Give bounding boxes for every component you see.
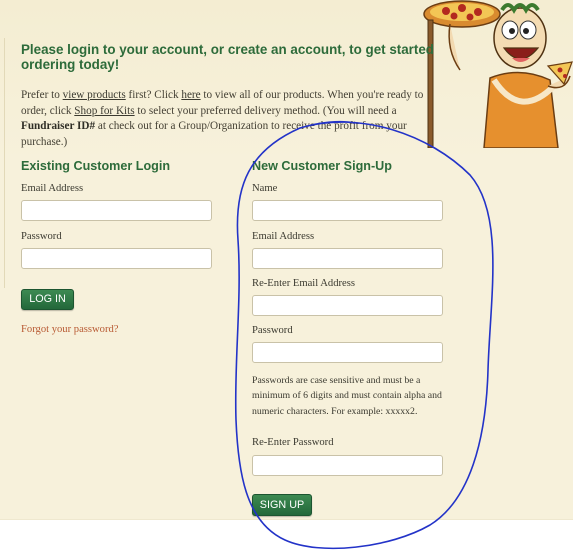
shop-for-kits-link[interactable]: Shop for Kits xyxy=(74,105,134,117)
signup-reenter-password-label: Re-Enter Password xyxy=(252,437,334,448)
login-password-input[interactable] xyxy=(21,248,212,269)
sign-up-button[interactable]: SIGN UP xyxy=(252,494,312,516)
signup-email-label: Email Address xyxy=(252,231,315,242)
signup-reenter-email-input[interactable] xyxy=(252,295,443,316)
intro-text-part: first? Click xyxy=(125,89,182,101)
signup-email-input[interactable] xyxy=(252,248,443,269)
password-requirements-text: Passwords are case sensitive and must be… xyxy=(252,375,442,417)
log-in-button[interactable]: LOG IN xyxy=(21,289,74,310)
fundraiser-id-emphasis: Fundraiser ID# xyxy=(21,120,96,133)
signup-reenter-email-label: Re-Enter Email Address xyxy=(252,278,355,289)
intro-text-part: Prefer to xyxy=(21,89,63,101)
login-email-label: Email Address xyxy=(21,183,84,194)
signup-name-label: Name xyxy=(252,183,278,194)
signup-password-label: Password xyxy=(252,325,293,336)
login-email-input[interactable] xyxy=(21,200,212,221)
intro-text-part: to select your preferred delivery method… xyxy=(134,104,397,117)
page-footer-band xyxy=(0,520,573,552)
pizza-chef-mascot-icon xyxy=(423,0,573,148)
page-title: Please login to your account, or create … xyxy=(21,42,434,72)
signup-password-input[interactable] xyxy=(252,342,443,363)
view-products-link[interactable]: view products xyxy=(63,89,126,101)
signup-reenter-password-input[interactable] xyxy=(252,455,443,476)
intro-text: Prefer to view products first? Click her… xyxy=(21,88,441,151)
signup-heading: New Customer Sign-Up xyxy=(252,159,392,173)
login-heading: Existing Customer Login xyxy=(21,159,171,173)
left-divider xyxy=(4,38,5,288)
here-link[interactable]: here xyxy=(181,89,200,101)
signup-name-input[interactable] xyxy=(252,200,443,221)
login-password-label: Password xyxy=(21,231,62,242)
forgot-password-link[interactable]: Forgot your password? xyxy=(21,324,119,335)
